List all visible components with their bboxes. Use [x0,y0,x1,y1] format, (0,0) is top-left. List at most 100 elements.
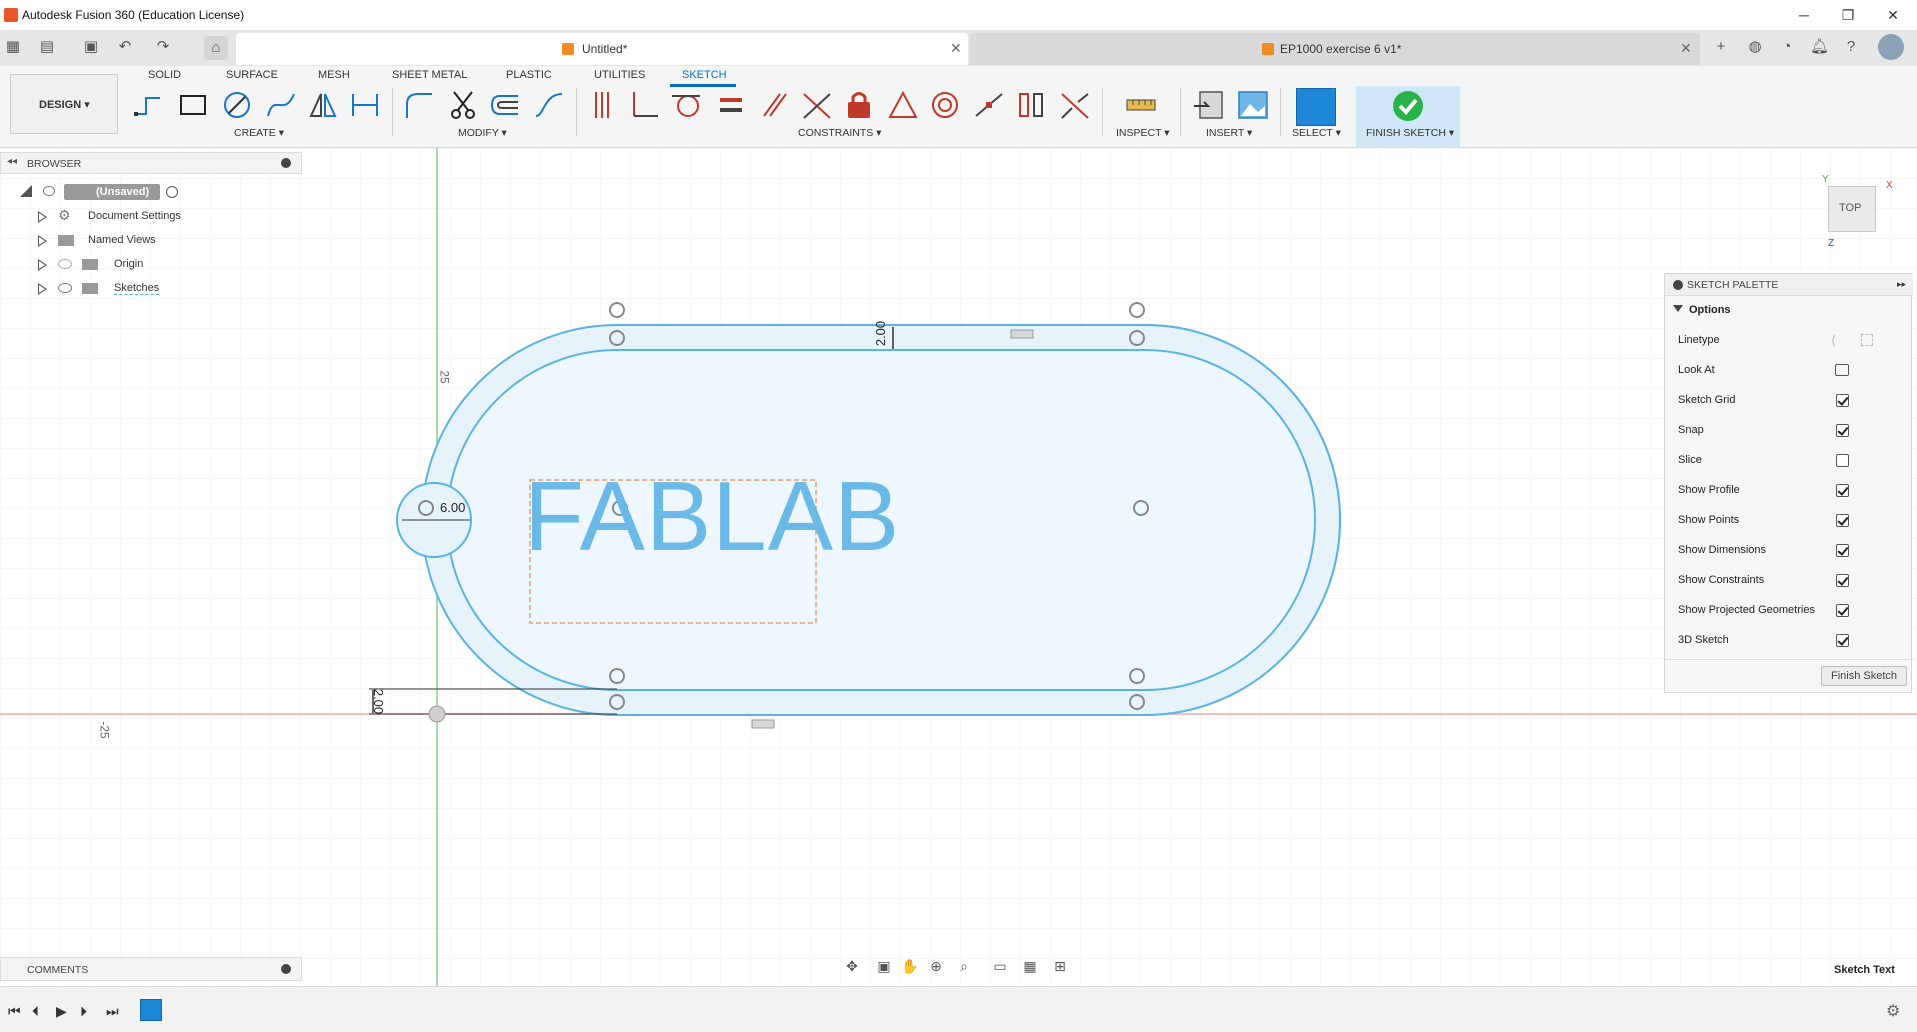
undo-icon[interactable]: ↶ [116,38,134,56]
display-settings-icon[interactable]: ▭ [990,958,1010,978]
expand-arrow-icon[interactable] [38,283,47,295]
dimension-tool-icon[interactable] [348,88,382,122]
browser-item-root[interactable]: (Unsaved) [0,181,302,203]
select-group-label[interactable]: SELECT ▾ [1292,127,1341,139]
coincident-constraint-icon[interactable] [586,88,620,122]
inspect-group-label[interactable]: INSPECT ▾ [1116,127,1170,139]
snap-checkbox[interactable] [1836,424,1849,437]
midpoint-constraint-icon[interactable] [972,88,1006,122]
slice-checkbox[interactable] [1836,454,1849,467]
tab-plastic[interactable]: PLASTIC [506,69,552,81]
line-tool-icon[interactable] [132,88,166,122]
tab-solid[interactable]: SOLID [148,69,181,81]
perpendicular-constraint-icon[interactable] [628,88,662,122]
parallel-constraint-icon[interactable] [758,88,792,122]
tab-surface[interactable]: SURFACE [226,69,278,81]
browser-item-origin[interactable]: Origin [0,253,302,275]
mirror-tool-icon[interactable] [306,88,340,122]
comments-panel[interactable]: COMMENTS [0,957,302,981]
minimize-button[interactable]: ─ [1792,4,1816,26]
tab-mesh[interactable]: MESH [318,69,350,81]
job-status-icon[interactable]: ◔ [1778,38,1796,56]
constraints-group-label[interactable]: CONSTRAINTS ▾ [798,127,881,139]
browser-item-sketches[interactable]: Sketches [0,277,302,299]
tab-close-icon[interactable]: ✕ [1680,40,1692,57]
finish-sketch-button[interactable]: FINISH SKETCH ▾ [1356,86,1460,148]
select-tool-button[interactable] [1296,88,1336,126]
show-profile-checkbox[interactable] [1836,484,1849,497]
new-tab-plus-icon[interactable]: + [1712,38,1730,56]
tab-sketch[interactable]: SKETCH [682,69,727,81]
palette-options-icon[interactable] [1673,280,1683,290]
dimension-bottom-label[interactable]: 2.00 [371,689,386,714]
show-dimensions-checkbox[interactable] [1836,544,1849,557]
expand-palette-icon[interactable]: ▸▸ [1897,279,1906,290]
tangent-constraint-icon[interactable] [670,88,704,122]
show-constraints-checkbox[interactable] [1836,574,1849,587]
concentric-constraint-icon[interactable] [928,88,962,122]
grid-settings-icon[interactable]: ▦ [1020,958,1040,978]
timeline-play-icon[interactable]: ▶ [56,1003,67,1020]
circle-tool-icon[interactable] [220,88,254,122]
expand-arrow-icon[interactable] [38,259,47,271]
offset-tool-icon[interactable] [488,88,522,122]
tab-untitled[interactable]: Untitled* ✕ [236,33,968,65]
close-button[interactable]: ✕ [1881,4,1905,26]
expand-down-icon[interactable] [20,185,32,197]
pan-hand-icon[interactable]: ✋ [900,958,920,978]
browser-panel-header[interactable]: ◂◂ BROWSER [0,152,302,174]
eye-hidden-icon[interactable] [58,259,72,269]
add-comment-icon[interactable] [281,964,291,974]
extensions-icon[interactable]: ◍ [1746,38,1764,56]
fix-lock-icon[interactable] [842,88,876,122]
insert-image-icon[interactable] [1236,88,1270,122]
file-menu-icon[interactable]: ▤ [38,38,56,56]
spline-tool-icon[interactable] [264,88,298,122]
fit-view-icon[interactable]: ⌕ [954,958,974,978]
eye-visibility-icon[interactable] [58,283,72,293]
insert-derive-icon[interactable] [1192,88,1226,122]
collapse-browser-icon[interactable]: ◂◂ [7,156,17,167]
normal-construction-icon[interactable]: ⟨ [1831,333,1836,349]
modify-group-label[interactable]: MODIFY ▾ [458,127,507,139]
look-at-icon[interactable] [1835,364,1849,376]
sketch-grid-checkbox[interactable] [1836,394,1849,407]
show-projected-geometries-checkbox[interactable] [1836,604,1849,617]
zoom-icon[interactable]: ⊕ [926,958,946,978]
eye-visibility-icon[interactable] [43,186,55,196]
browser-options-icon[interactable] [281,158,291,168]
expand-arrow-icon[interactable] [38,235,47,247]
palette-finish-sketch-button[interactable]: Finish Sketch [1821,666,1907,686]
collinear-constraint-icon[interactable] [800,88,834,122]
notifications-bell-icon[interactable]: 🔔︎ [1810,38,1829,56]
show-points-checkbox[interactable] [1836,514,1849,527]
rectangle-tool-icon[interactable] [176,88,210,122]
dimension-top-label[interactable]: 2.00 [873,321,888,346]
timeline-settings-gear-icon[interactable]: ⚙ [1886,1001,1900,1021]
viewports-icon[interactable]: ⊞ [1050,958,1070,978]
insert-group-label[interactable]: INSERT ▾ [1206,127,1252,139]
maximize-button[interactable]: ❐ [1836,4,1860,26]
options-section-header[interactable]: Options [1665,296,1913,326]
viewcube[interactable]: TOP Y X Z [1822,174,1893,249]
timeline-last-icon[interactable]: ⏭ [106,1003,119,1020]
curvature-constraint-icon[interactable] [1058,88,1092,122]
activate-radio-icon[interactable] [166,186,178,198]
save-icon[interactable]: ▣ [82,38,100,56]
trim-scissors-icon[interactable] [446,88,480,122]
symmetry-triangle-icon[interactable] [886,88,920,122]
tab-ep1000-exercise[interactable]: EP1000 exercise 6 v1* ✕ [970,33,1700,65]
timeline-next-icon[interactable]: ⏵ [80,1003,87,1020]
user-avatar[interactable] [1878,34,1904,60]
timeline-sketch-feature[interactable] [140,999,162,1021]
apps-grid-icon[interactable]: ▦ [4,38,22,56]
orbit-icon[interactable]: ✥ [842,958,862,978]
fillet-tool-icon[interactable] [402,88,436,122]
timeline-prev-icon[interactable]: ⏴ [32,1003,39,1020]
dimension-hole-label[interactable]: 6.00 [440,500,465,515]
horizontal-vertical-constraint-icon[interactable] [1014,88,1048,122]
construction-linetype-icon[interactable] [1861,334,1873,346]
collapse-section-icon[interactable] [1673,305,1683,312]
measure-ruler-icon[interactable] [1124,88,1158,122]
home-icon[interactable]: ⌂ [204,36,228,60]
